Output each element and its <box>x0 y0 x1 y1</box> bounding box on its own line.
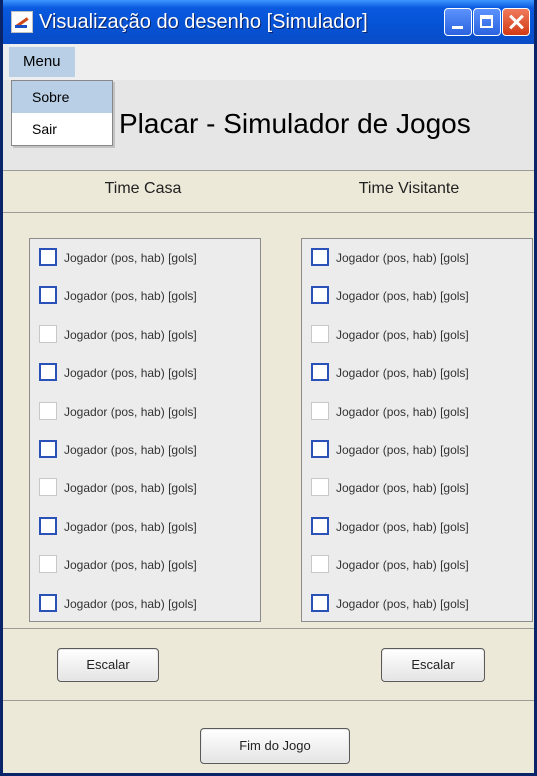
player-checkbox[interactable] <box>39 324 57 343</box>
player-checkbox[interactable] <box>311 439 329 458</box>
player-row[interactable]: Jogador (pos, hab) [gols] <box>302 354 532 392</box>
player-row[interactable]: Jogador (pos, hab) [gols] <box>302 239 532 277</box>
player-checkbox[interactable] <box>39 248 57 266</box>
player-checkbox[interactable] <box>39 286 57 305</box>
player-checkbox[interactable] <box>311 363 329 382</box>
player-row[interactable]: Jogador (pos, hab) [gols] <box>302 431 532 469</box>
end-game-button[interactable]: Fim do Jogo <box>200 728 350 764</box>
player-row[interactable]: Jogador (pos, hab) [gols] <box>30 239 260 277</box>
menu-item-sobre[interactable]: Sobre <box>12 81 112 113</box>
player-label: Jogador (pos, hab) [gols] <box>336 404 469 419</box>
player-checkbox[interactable] <box>39 516 57 535</box>
menu-popup: Sobre Sair <box>11 80 113 146</box>
player-row[interactable]: Jogador (pos, hab) [gols] <box>30 277 260 315</box>
player-checkbox[interactable] <box>311 248 329 266</box>
menu-menu[interactable]: Menu <box>9 47 75 77</box>
home-player-list: Jogador (pos, hab) [gols] Jogador (pos, h… <box>29 238 261 622</box>
player-label: Jogador (pos, hab) [gols] <box>64 558 197 573</box>
player-checkbox[interactable] <box>311 324 329 343</box>
escalar-away-button[interactable]: Escalar <box>381 648 485 682</box>
player-label: Jogador (pos, hab) [gols] <box>336 442 469 457</box>
player-label: Jogador (pos, hab) [gols] <box>336 289 469 304</box>
java-app-icon <box>11 11 33 33</box>
player-row[interactable]: Jogador (pos, hab) [gols] <box>302 469 532 507</box>
player-row[interactable]: Jogador (pos, hab) [gols] <box>302 508 532 546</box>
player-row[interactable]: Jogador (pos, hab) [gols] <box>30 546 260 584</box>
player-label: Jogador (pos, hab) [gols] <box>336 596 469 611</box>
divider <box>3 628 534 629</box>
player-checkbox[interactable] <box>39 439 57 458</box>
escalar-home-button[interactable]: Escalar <box>57 648 159 682</box>
away-player-list: Jogador (pos, hab) [gols] Jogador (pos, h… <box>301 238 533 622</box>
maximize-icon[interactable] <box>473 8 501 36</box>
app-window: Visualização do desenho [Simulador] Menu… <box>0 0 537 776</box>
divider <box>3 212 534 213</box>
player-label: Jogador (pos, hab) [gols] <box>64 442 197 457</box>
player-checkbox[interactable] <box>39 593 57 612</box>
player-label: Jogador (pos, hab) [gols] <box>64 366 197 381</box>
minimize-icon[interactable] <box>444 8 472 36</box>
player-label: Jogador (pos, hab) [gols] <box>64 327 197 342</box>
close-icon[interactable] <box>502 8 530 36</box>
player-label: Jogador (pos, hab) [gols] <box>336 558 469 573</box>
player-row[interactable]: Jogador (pos, hab) [gols] <box>30 585 260 623</box>
player-checkbox[interactable] <box>311 401 329 420</box>
title-bar[interactable]: Visualização do desenho [Simulador] <box>3 0 534 44</box>
player-row[interactable]: Jogador (pos, hab) [gols] <box>302 277 532 315</box>
player-label: Jogador (pos, hab) [gols] <box>336 327 469 342</box>
player-row[interactable]: Jogador (pos, hab) [gols] <box>30 354 260 392</box>
player-checkbox[interactable] <box>311 516 329 535</box>
player-row[interactable]: Jogador (pos, hab) [gols] <box>302 316 532 354</box>
player-label: Jogador (pos, hab) [gols] <box>64 596 197 611</box>
player-label: Jogador (pos, hab) [gols] <box>336 366 469 381</box>
player-row[interactable]: Jogador (pos, hab) [gols] <box>30 469 260 507</box>
player-row[interactable]: Jogador (pos, hab) [gols] <box>302 585 532 623</box>
player-checkbox[interactable] <box>39 401 57 420</box>
player-checkbox[interactable] <box>311 593 329 612</box>
player-label: Jogador (pos, hab) [gols] <box>64 289 197 304</box>
player-checkbox[interactable] <box>311 478 329 497</box>
window-title: Visualização do desenho [Simulador] <box>39 11 368 33</box>
player-row[interactable]: Jogador (pos, hab) [gols] <box>30 508 260 546</box>
menu-item-sair[interactable]: Sair <box>12 113 112 145</box>
player-checkbox[interactable] <box>39 363 57 382</box>
home-team-label: Time Casa <box>104 180 182 197</box>
player-checkbox[interactable] <box>311 555 329 574</box>
menu-bar: Menu <box>3 44 534 81</box>
player-checkbox[interactable] <box>311 286 329 305</box>
divider <box>3 700 534 701</box>
player-checkbox[interactable] <box>39 478 57 497</box>
player-row[interactable]: Jogador (pos, hab) [gols] <box>302 546 532 584</box>
player-label: Jogador (pos, hab) [gols] <box>64 404 197 419</box>
player-row[interactable]: Jogador (pos, hab) [gols] <box>30 393 260 431</box>
player-label: Jogador (pos, hab) [gols] <box>336 251 469 265</box>
player-row[interactable]: Jogador (pos, hab) [gols] <box>30 316 260 354</box>
player-row[interactable]: Jogador (pos, hab) [gols] <box>302 393 532 431</box>
player-label: Jogador (pos, hab) [gols] <box>64 519 197 534</box>
away-team-label: Time Visitante <box>358 180 460 197</box>
player-label: Jogador (pos, hab) [gols] <box>64 481 197 496</box>
player-checkbox[interactable] <box>39 555 57 574</box>
player-label: Jogador (pos, hab) [gols] <box>336 519 469 534</box>
page-title: Placar - Simulador de Jogos <box>119 108 471 139</box>
player-label: Jogador (pos, hab) [gols] <box>64 251 197 265</box>
player-row[interactable]: Jogador (pos, hab) [gols] <box>30 431 260 469</box>
player-label: Jogador (pos, hab) [gols] <box>336 481 469 496</box>
